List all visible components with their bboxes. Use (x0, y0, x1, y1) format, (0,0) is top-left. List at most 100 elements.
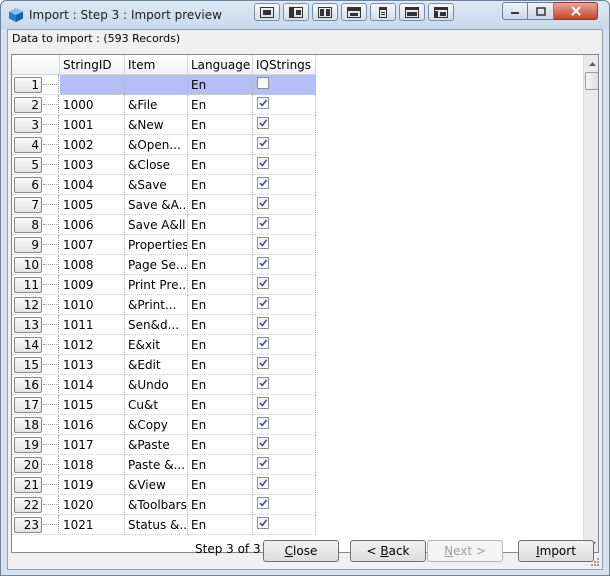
row-indicator[interactable]: 18 (12, 415, 60, 435)
iqstrings-checkbox[interactable] (257, 397, 269, 409)
cell-language[interactable]: En (188, 155, 253, 175)
table-row[interactable]: 10 1008 Page Se... En (12, 255, 583, 275)
iqstrings-checkbox[interactable] (257, 217, 269, 229)
cell-language[interactable]: En (188, 115, 253, 135)
cell-item[interactable]: Status &... (125, 515, 188, 535)
row-indicator[interactable]: 20 (12, 455, 60, 475)
window-layout-4-icon[interactable] (341, 3, 367, 21)
cell-item[interactable]: &Print... (125, 295, 188, 315)
row-indicator[interactable]: 11 (12, 275, 60, 295)
row-indicator[interactable]: 7 (12, 195, 60, 215)
row-indicator[interactable]: 13 (12, 315, 60, 335)
row-number[interactable]: 21 (14, 477, 42, 493)
table-row[interactable]: 5 1003 &Close En (12, 155, 583, 175)
import-button[interactable]: Import (518, 540, 594, 562)
cell-stringid[interactable]: 1015 (60, 395, 125, 415)
row-indicator[interactable]: 23 (12, 515, 60, 535)
iqstrings-checkbox[interactable] (257, 137, 269, 149)
row-indicator[interactable]: 21 (12, 475, 60, 495)
row-indicator[interactable]: 10 (12, 255, 60, 275)
cell-stringid[interactable]: 1011 (60, 315, 125, 335)
row-indicator[interactable]: 5 (12, 155, 60, 175)
table-row[interactable]: 22 1020 &Toolbars En (12, 495, 583, 515)
row-number[interactable]: 22 (14, 497, 42, 513)
cell-item[interactable]: &Undo (125, 375, 188, 395)
row-indicator[interactable]: 4 (12, 135, 60, 155)
cell-stringid[interactable]: 1020 (60, 495, 125, 515)
cell-language[interactable]: En (188, 455, 253, 475)
row-number[interactable]: 1 (14, 77, 42, 93)
table-row[interactable]: 8 1006 Save A&ll En (12, 215, 583, 235)
row-indicator[interactable]: 1 (12, 75, 60, 95)
cell-item[interactable]: Cu&t (125, 395, 188, 415)
row-number[interactable]: 16 (14, 377, 42, 393)
cell-language[interactable]: En (188, 335, 253, 355)
cell-stringid[interactable]: 1005 (60, 195, 125, 215)
cell-stringid[interactable]: 1013 (60, 355, 125, 375)
title-bar[interactable]: Import : Step 3 : Import preview (1, 1, 609, 29)
table-row[interactable]: 12 1010 &Print... En (12, 295, 583, 315)
row-number[interactable]: 9 (14, 237, 42, 253)
iqstrings-checkbox[interactable] (257, 457, 269, 469)
table-row[interactable]: 6 1004 &Save En (12, 175, 583, 195)
iqstrings-checkbox[interactable] (257, 257, 269, 269)
window-layout-6-icon[interactable] (399, 3, 425, 21)
cell-item[interactable]: &View (125, 475, 188, 495)
cell-item[interactable]: &Close (125, 155, 188, 175)
cell-language[interactable]: En (188, 275, 253, 295)
cell-item[interactable]: Print Pre... (125, 275, 188, 295)
cell-language[interactable]: En (188, 195, 253, 215)
row-number[interactable]: 23 (14, 517, 42, 533)
scroll-thumb[interactable] (585, 72, 598, 90)
window-layout-3-icon[interactable] (312, 3, 338, 21)
cell-language[interactable]: En (188, 375, 253, 395)
cell-language[interactable]: En (188, 515, 253, 535)
iqstrings-checkbox[interactable] (257, 177, 269, 189)
row-indicator[interactable]: 14 (12, 335, 60, 355)
header-stringid[interactable]: StringID (60, 55, 125, 75)
cell-item[interactable]: &File (125, 95, 188, 115)
cell-item[interactable]: &Open... (125, 135, 188, 155)
row-number[interactable]: 10 (14, 257, 42, 273)
iqstrings-checkbox[interactable] (257, 297, 269, 309)
cell-language[interactable]: En (188, 235, 253, 255)
header-language[interactable]: Language (188, 55, 253, 75)
iqstrings-checkbox[interactable] (257, 437, 269, 449)
iqstrings-checkbox[interactable] (257, 477, 269, 489)
row-number[interactable]: 6 (14, 177, 42, 193)
iqstrings-checkbox[interactable] (257, 117, 269, 129)
table-row[interactable]: 16 1014 &Undo En (12, 375, 583, 395)
cell-item[interactable]: &Copy (125, 415, 188, 435)
iqstrings-checkbox[interactable] (257, 77, 269, 89)
cell-stringid[interactable]: 1002 (60, 135, 125, 155)
cell-stringid[interactable]: 1014 (60, 375, 125, 395)
row-indicator[interactable]: 17 (12, 395, 60, 415)
cell-stringid[interactable]: 1017 (60, 435, 125, 455)
cell-item[interactable]: Paste &... (125, 455, 188, 475)
cell-language[interactable]: En (188, 475, 253, 495)
window-layout-7-icon[interactable] (428, 3, 454, 21)
table-row[interactable]: 7 1005 Save &A... En (12, 195, 583, 215)
cell-language[interactable]: En (188, 215, 253, 235)
close-window-icon[interactable] (554, 2, 598, 20)
cell-stringid[interactable] (60, 75, 125, 95)
cell-stringid[interactable]: 1016 (60, 415, 125, 435)
table-row[interactable]: 1 En (12, 75, 583, 95)
table-row[interactable]: 4 1002 &Open... En (12, 135, 583, 155)
table-row[interactable]: 2 1000 &File En (12, 95, 583, 115)
table-row[interactable]: 17 1015 Cu&t En (12, 395, 583, 415)
row-number[interactable]: 15 (14, 357, 42, 373)
row-indicator[interactable]: 15 (12, 355, 60, 375)
row-indicator[interactable]: 3 (12, 115, 60, 135)
iqstrings-checkbox[interactable] (257, 237, 269, 249)
cell-item[interactable]: Properties (125, 235, 188, 255)
cell-stringid[interactable]: 1019 (60, 475, 125, 495)
cell-stringid[interactable]: 1018 (60, 455, 125, 475)
cell-item[interactable]: Sen&d... (125, 315, 188, 335)
close-button[interactable]: Close (263, 540, 339, 562)
iqstrings-checkbox[interactable] (257, 97, 269, 109)
cell-stringid[interactable]: 1008 (60, 255, 125, 275)
iqstrings-checkbox[interactable] (257, 317, 269, 329)
row-number[interactable]: 20 (14, 457, 42, 473)
vertical-scrollbar[interactable] (583, 55, 598, 552)
